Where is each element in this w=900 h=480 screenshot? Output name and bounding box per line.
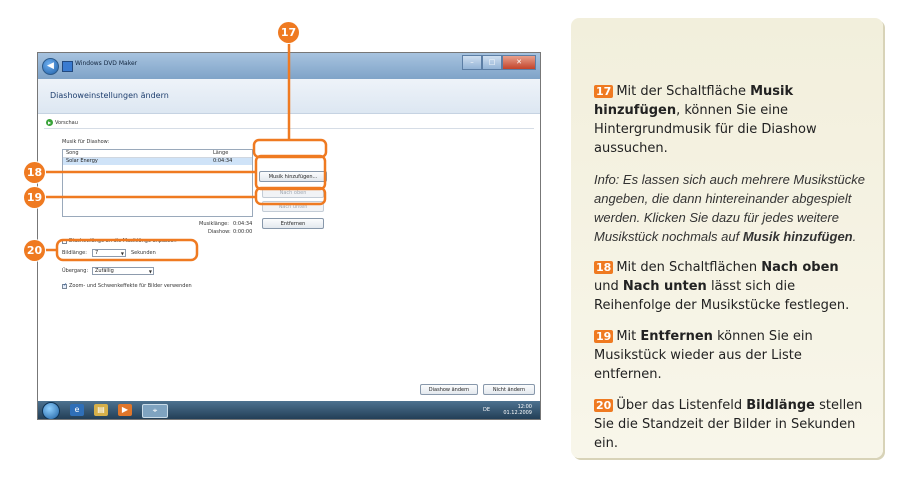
step-number: 18 <box>594 261 614 274</box>
song-name: Solar Energy <box>66 158 98 164</box>
music-list-header: Song Länge <box>63 150 252 158</box>
folder-icon[interactable]: ▤ <box>94 404 108 416</box>
move-down-button[interactable]: Nach unten <box>262 201 324 212</box>
preview-link[interactable]: ▶ Vorschau <box>46 119 78 126</box>
info-note: Info: Es lassen sich auch mehrere Musiks… <box>594 170 866 246</box>
clock[interactable]: 12:00 01.12.2009 <box>503 404 532 416</box>
callout-badge-19: 19 <box>24 187 45 208</box>
slideshow-length-value: 0:00:00 <box>233 229 253 235</box>
fit-length-label: Diashowlänge an die Musiklänge anpassen <box>69 238 177 244</box>
cancel-button[interactable]: Nicht ändern <box>483 384 535 395</box>
zoom-label: Zoom- und Schwenkeffekte für Bilder verw… <box>69 283 192 289</box>
dvd-maker-window: ◀ Windows DVD Maker – □ ✕ Diashoweinstel… <box>37 52 541 420</box>
page-title: Diashoweinstellungen ändern <box>50 91 169 100</box>
paragraph-19: 19 Mit Entfernen können Sie ein Musikstüc… <box>594 327 866 384</box>
play-icon: ▶ <box>46 119 53 126</box>
paragraph-17: 17 Mit der Schaltfläche Musik hinzufügen,… <box>594 82 866 158</box>
callout-badge-17: 17 <box>278 22 299 43</box>
bold-text: Nach oben <box>761 260 839 275</box>
picture-length-unit: Sekunden <box>131 250 156 256</box>
chevron-down-icon: ▼ <box>148 269 152 274</box>
music-list[interactable]: Song Länge Solar Energy 0:04:34 <box>62 149 253 217</box>
media-player-icon[interactable]: ▶ <box>118 404 132 416</box>
fit-length-checkbox[interactable] <box>62 239 67 244</box>
divider <box>44 128 534 129</box>
zoom-checkbox[interactable] <box>62 282 67 289</box>
bold-text: Entfernen <box>640 329 713 344</box>
paragraph-20: 20 Über das Listenfeld Bildlänge stellen … <box>594 396 866 453</box>
text: . <box>852 229 857 244</box>
step-number: 20 <box>594 399 614 412</box>
music-section-label: Musik für Diashow: <box>62 139 110 145</box>
info-panel-text: 17 Mit der Schaltfläche Musik hinzufügen,… <box>594 82 866 465</box>
paragraph-18: 18 Mit den Schaltflächen Nach oben und Na… <box>594 258 866 315</box>
close-icon[interactable]: ✕ <box>502 55 536 70</box>
remove-button[interactable]: Entfernen <box>262 218 324 229</box>
windows-start-icon[interactable] <box>42 402 60 419</box>
text: Mit <box>616 329 641 344</box>
bold-text: Musik hinzufügen <box>742 229 853 244</box>
language-indicator[interactable]: DE <box>483 407 490 413</box>
step-number: 17 <box>594 85 614 98</box>
window-controls: – □ ✕ <box>462 55 536 70</box>
transition-select[interactable]: Zufällig ▼ <box>92 267 154 275</box>
window-title: Windows DVD Maker <box>75 60 138 67</box>
move-up-button[interactable]: Nach oben <box>262 187 324 198</box>
clock-date: 01.12.2009 <box>503 410 532 416</box>
bold-text: Bildlänge <box>746 398 815 413</box>
song-length: 0:04:34 <box>213 158 233 164</box>
transition-label: Übergang: <box>62 268 89 274</box>
picture-length-value: 7 <box>95 250 99 256</box>
callout-badge-18: 18 <box>24 162 45 183</box>
taskbar: e ▤ ▶ ⌖ DE 12:00 01.12.2009 <box>38 401 540 419</box>
title-bar: ◀ Windows DVD Maker – □ ✕ <box>38 53 540 79</box>
picture-length-label: Bildlänge: <box>62 250 87 256</box>
dvd-maker-app-icon <box>62 61 73 72</box>
maximize-icon[interactable]: □ <box>482 55 502 70</box>
table-row[interactable]: Solar Energy 0:04:34 <box>63 158 252 165</box>
column-song[interactable]: Song <box>66 150 79 156</box>
internet-explorer-icon[interactable]: e <box>70 404 84 416</box>
preview-label: Vorschau <box>55 119 78 126</box>
chevron-down-icon: ▼ <box>120 251 124 256</box>
music-length-label: Musiklänge: <box>199 221 229 227</box>
window-content: Diashoweinstellungen ändern ▶ Vorschau M… <box>38 79 540 401</box>
text: und <box>594 279 623 294</box>
music-length-value: 0:04:34 <box>233 221 253 227</box>
slideshow-length-label: Diashow: <box>208 229 231 235</box>
text: Über das Listenfeld <box>616 398 747 413</box>
back-arrow-icon[interactable]: ◀ <box>42 58 59 75</box>
heading-bar: Diashoweinstellungen ändern <box>38 79 540 114</box>
add-music-button[interactable]: Musik hinzufügen... <box>259 171 327 182</box>
minimize-icon[interactable]: – <box>462 55 482 70</box>
picture-length-select[interactable]: 7 ▼ <box>92 249 126 257</box>
change-slideshow-button[interactable]: Diashow ändern <box>420 384 478 395</box>
bold-text: Nach unten <box>622 279 707 294</box>
column-length[interactable]: Länge <box>213 150 228 156</box>
text: Mit den Schaltflächen <box>616 260 762 275</box>
transition-value: Zufällig <box>95 268 114 274</box>
dvd-maker-task-icon[interactable]: ⌖ <box>142 404 168 418</box>
text: Mit der Schaltfläche <box>616 84 751 99</box>
step-number: 19 <box>594 330 614 343</box>
callout-badge-20: 20 <box>24 240 45 261</box>
